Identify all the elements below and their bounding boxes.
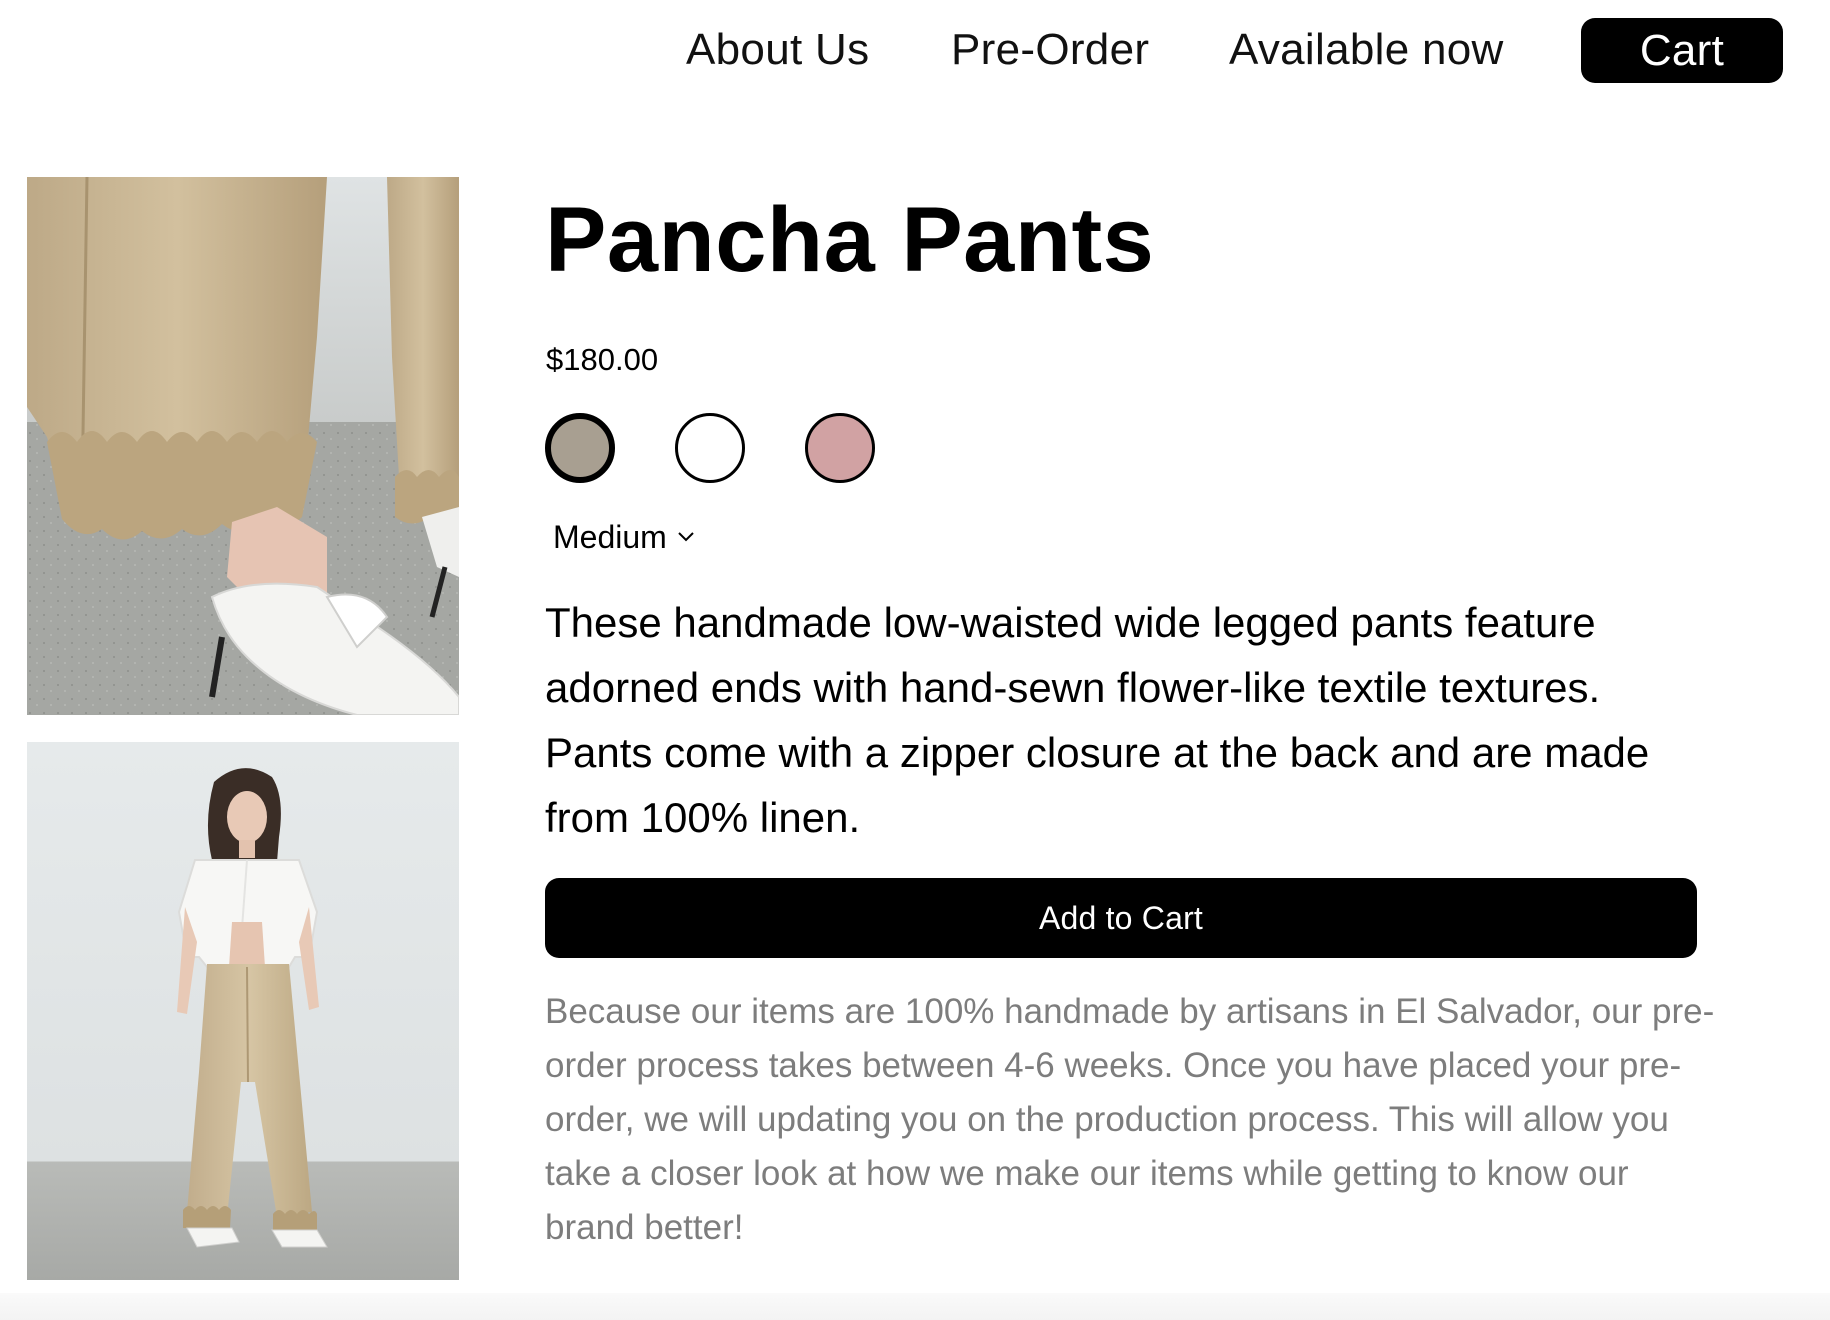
product-price: $180.00 — [546, 342, 659, 377]
product-description: These handmade low-waisted wide legged p… — [545, 599, 1650, 841]
product-image-hem-detail[interactable] — [27, 177, 459, 715]
add-to-cart-button[interactable]: Add to Cart — [545, 878, 1697, 958]
preorder-note: Because our items are 100% handmade by a… — [545, 992, 1715, 1247]
page-bottom-edge — [0, 1293, 1830, 1320]
cart-button[interactable]: Cart — [1581, 18, 1783, 83]
color-swatch-white[interactable] — [675, 413, 745, 483]
nav-link-pre-order[interactable]: Pre-Order — [951, 24, 1149, 76]
size-dropdown-value: Medium — [553, 519, 667, 555]
chevron-down-icon — [678, 532, 694, 542]
color-swatch-pink[interactable] — [805, 413, 875, 483]
model-full-body-photo — [27, 742, 459, 1280]
nav-link-about-us[interactable]: About Us — [686, 24, 869, 76]
color-swatch-taupe[interactable] — [545, 413, 615, 483]
top-nav: About Us Pre-Order Available now Cart — [0, 0, 1830, 110]
nav-link-available-now[interactable]: Available now — [1229, 24, 1504, 76]
pants-hem-detail-photo — [27, 177, 459, 715]
product-image-full-body[interactable] — [27, 742, 459, 1280]
size-dropdown[interactable]: Medium — [553, 517, 695, 557]
product-title: Pancha Pants — [545, 189, 1155, 291]
